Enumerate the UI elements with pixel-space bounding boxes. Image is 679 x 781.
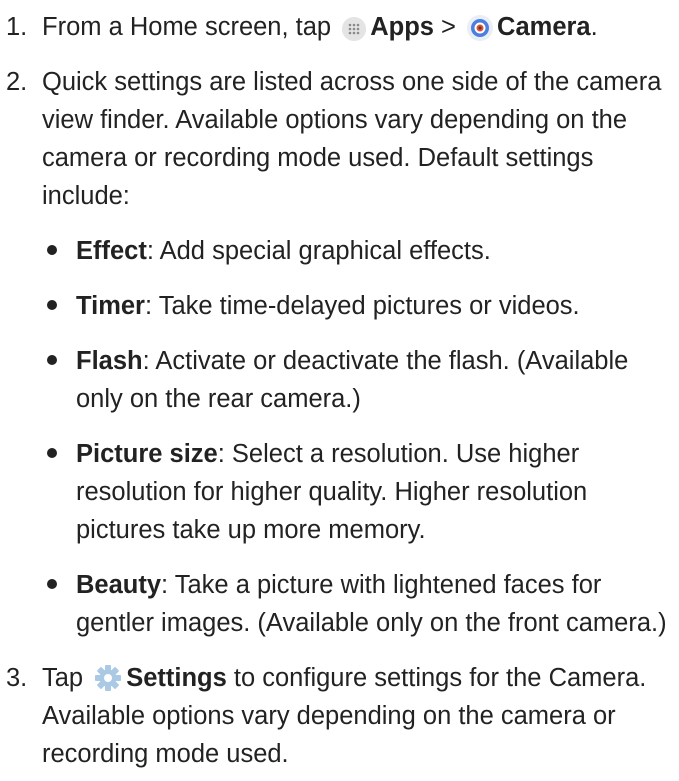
bullet-icon <box>47 579 57 589</box>
apps-icon <box>342 17 367 41</box>
step-number: 1. <box>6 13 28 41</box>
bullet-desc: : Take a picture with lightened faces fo… <box>76 571 667 637</box>
list-item-effect: Effect: Add special graphical effects. <box>42 232 673 270</box>
camera-label: Camera <box>497 13 591 41</box>
bullet-desc: : Take time-delayed pictures or videos. <box>144 292 580 320</box>
bullet-icon <box>47 300 57 310</box>
gear-icon <box>94 664 122 692</box>
instructions-document: 1. From a Home screen, tap Apps > Camera… <box>0 0 679 781</box>
bullet-desc: : Add special graphical effects. <box>146 237 491 265</box>
bullet-icon <box>47 245 57 255</box>
bullet-term: Timer <box>76 292 145 320</box>
step-2: 2. Quick settings are listed across one … <box>6 63 673 642</box>
step-1-lead: From a Home screen, tap <box>42 13 332 41</box>
step-number: 3. <box>6 664 28 692</box>
step-1: 1. From a Home screen, tap Apps > Camera… <box>6 8 673 46</box>
bullet-term: Picture size <box>76 440 218 468</box>
bullet-term: Beauty <box>76 571 162 599</box>
apps-label: Apps <box>370 13 434 41</box>
list-item-timer: Timer: Take time-delayed pictures or vid… <box>42 287 673 325</box>
step-3: 3. Tap Settings to configure settings fo… <box>6 659 673 773</box>
list-item-picture-size: Picture size: Select a resolution. Use h… <box>42 435 673 549</box>
list-item-beauty: Beauty: Take a picture with lightened fa… <box>42 566 673 642</box>
step-2-text: Quick settings are listed across one sid… <box>42 68 662 210</box>
bullet-term: Flash <box>76 347 143 375</box>
settings-label: Settings <box>126 664 227 692</box>
list-item-flash: Flash: Activate or deactivate the flash.… <box>42 342 673 418</box>
bullet-desc: : Activate or deactivate the flash. (Ava… <box>76 347 629 413</box>
camera-icon <box>467 15 494 41</box>
separator: > <box>441 13 456 41</box>
step-number: 2. <box>6 68 28 96</box>
bullet-icon <box>47 355 57 365</box>
bullet-icon <box>47 448 57 458</box>
step-3-lead: Tap <box>42 664 84 692</box>
bullet-term: Effect <box>76 237 147 265</box>
step-1-period: . <box>590 13 598 41</box>
quick-settings-list: Effect: Add special graphical effects. T… <box>42 232 673 642</box>
